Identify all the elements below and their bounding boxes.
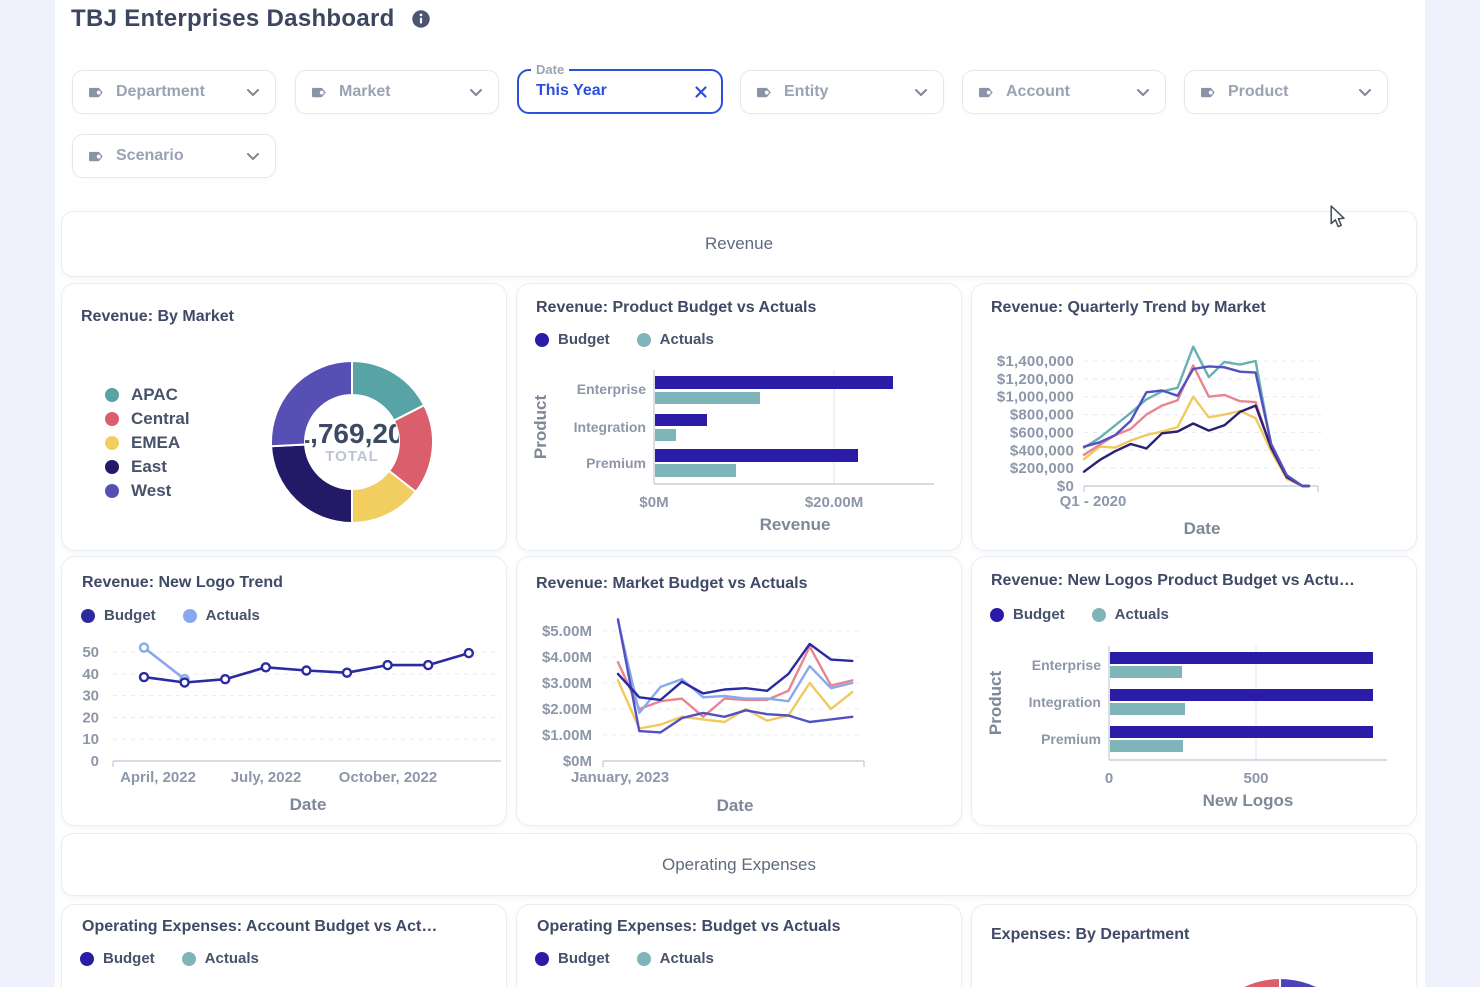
svg-text:Date: Date bbox=[290, 795, 327, 814]
svg-text:Premium: Premium bbox=[1041, 731, 1101, 747]
svg-text:$1.00M: $1.00M bbox=[542, 727, 592, 744]
svg-text:October, 2022: October, 2022 bbox=[339, 769, 437, 786]
svg-text:Product: Product bbox=[986, 671, 1005, 736]
svg-text:$4.00M: $4.00M bbox=[542, 649, 592, 666]
svg-text:April, 2022: April, 2022 bbox=[120, 769, 196, 786]
svg-text:10: 10 bbox=[82, 731, 99, 748]
svg-text:0: 0 bbox=[1105, 770, 1113, 787]
svg-text:Revenue: Revenue bbox=[760, 515, 831, 534]
svg-text:Q1 - 2020: Q1 - 2020 bbox=[1060, 493, 1127, 510]
svg-text:$200,000: $200,000 bbox=[1010, 460, 1074, 477]
svg-text:$600,000: $600,000 bbox=[1010, 424, 1074, 441]
svg-text:$3.00M: $3.00M bbox=[542, 675, 592, 692]
svg-text:20: 20 bbox=[82, 709, 99, 726]
svg-text:0: 0 bbox=[91, 753, 99, 770]
svg-text:$20.00M: $20.00M bbox=[805, 494, 863, 511]
svg-text:50: 50 bbox=[82, 644, 99, 661]
svg-text:$5.00M: $5.00M bbox=[542, 623, 592, 640]
svg-text:$400,000: $400,000 bbox=[1010, 442, 1074, 459]
svg-text:$800,000: $800,000 bbox=[1010, 407, 1074, 424]
svg-text:$0M: $0M bbox=[639, 494, 668, 511]
svg-text:$2.00M: $2.00M bbox=[542, 701, 592, 718]
svg-text:$1,400,000: $1,400,000 bbox=[997, 353, 1074, 370]
svg-text:Enterprise: Enterprise bbox=[577, 381, 646, 397]
svg-text:Date: Date bbox=[717, 796, 754, 815]
svg-text:Enterprise: Enterprise bbox=[1032, 657, 1101, 673]
svg-text:Premium: Premium bbox=[586, 455, 646, 471]
svg-text:TOTAL: TOTAL bbox=[325, 448, 379, 465]
svg-text:30: 30 bbox=[82, 688, 99, 705]
svg-text:New Logos: New Logos bbox=[1203, 791, 1294, 810]
svg-text:Product: Product bbox=[531, 395, 550, 460]
svg-text:Date: Date bbox=[1184, 519, 1221, 538]
svg-text:$1,000,000: $1,000,000 bbox=[997, 389, 1074, 406]
svg-text:$1,200,000: $1,200,000 bbox=[997, 371, 1074, 388]
svg-text:Integration: Integration bbox=[574, 419, 646, 435]
svg-text:Integration: Integration bbox=[1029, 694, 1101, 710]
svg-text:$0M: $0M bbox=[563, 753, 592, 770]
svg-text:500: 500 bbox=[1243, 770, 1268, 787]
svg-text:January, 2023: January, 2023 bbox=[571, 769, 669, 786]
svg-text:July, 2022: July, 2022 bbox=[231, 769, 302, 786]
svg-text:40: 40 bbox=[82, 666, 99, 683]
